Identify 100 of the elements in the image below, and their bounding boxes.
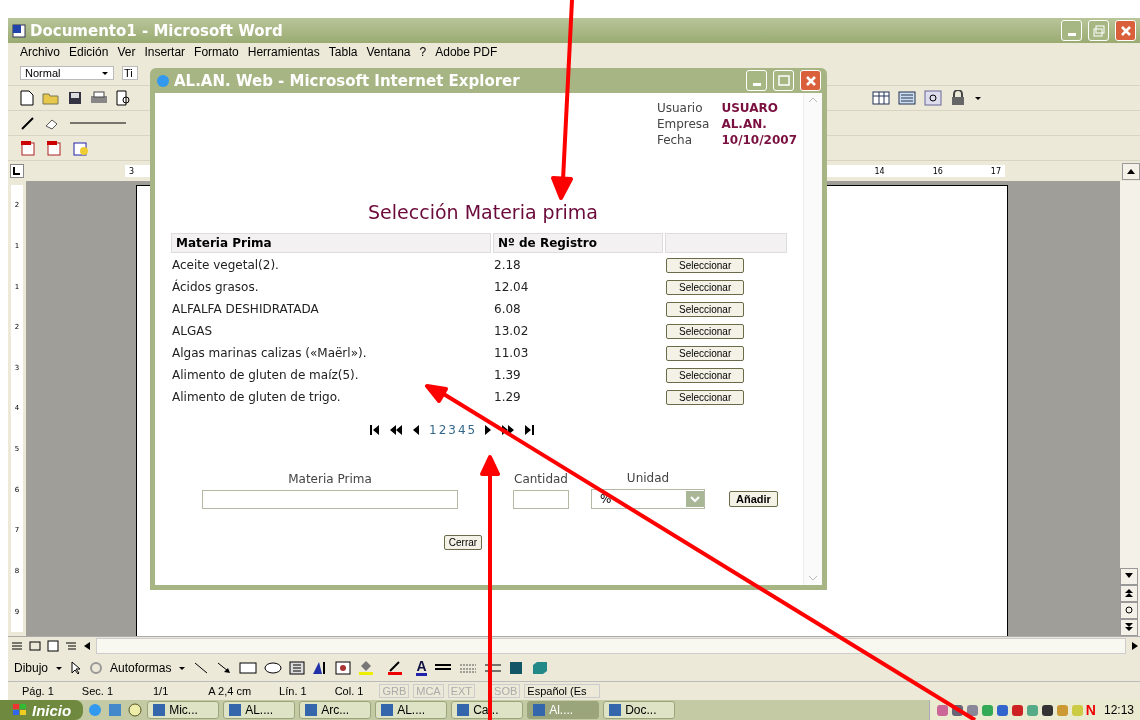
close-button[interactable]: Cerrar: [443, 535, 483, 550]
tray-icon[interactable]: [1040, 703, 1054, 717]
pdf-mail-icon[interactable]: [46, 140, 64, 156]
start-button[interactable]: Inicio: [0, 700, 84, 720]
tray-label[interactable]: N: [1085, 702, 1096, 718]
tray-icon[interactable]: [1010, 703, 1024, 717]
page-link[interactable]: 3: [448, 423, 456, 437]
taskbar-button[interactable]: Doc...: [603, 701, 676, 719]
flag-icon: [12, 703, 28, 717]
page-link[interactable]: 2: [438, 423, 447, 437]
select-button[interactable]: Seleccionar: [666, 301, 745, 317]
arrow-icon[interactable]: [216, 661, 233, 675]
taskbar-button[interactable]: AL....: [375, 701, 448, 719]
previous-page-button[interactable]: [1120, 585, 1138, 602]
select-button[interactable]: Seleccionar: [666, 367, 745, 383]
page-link[interactable]: 5: [467, 423, 476, 437]
style-dropdown[interactable]: Normal: [20, 66, 114, 80]
outline-view-icon[interactable]: [64, 640, 78, 652]
menu-item[interactable]: Adobe PDF: [435, 45, 498, 59]
caret-icon: [101, 69, 109, 77]
print-icon[interactable]: [90, 91, 108, 105]
select-button[interactable]: Seleccionar: [666, 389, 745, 405]
pen-icon[interactable]: [20, 115, 36, 131]
table-icon[interactable]: [872, 91, 890, 105]
previous-page-icon[interactable]: [411, 424, 421, 436]
add-button[interactable]: Añadir: [729, 491, 778, 507]
text-box-icon[interactable]: [289, 661, 306, 675]
taskbar-button[interactable]: Arc...: [299, 701, 372, 719]
print-preview-icon[interactable]: [116, 90, 132, 106]
circle-icon: [1125, 605, 1133, 614]
scroll-right-icon[interactable]: [1130, 640, 1140, 652]
chevron-down-icon: [686, 491, 704, 507]
menu-item[interactable]: Herramientas: [247, 45, 320, 59]
arrow-style-icon[interactable]: [483, 662, 502, 674]
ruler-number: 17: [989, 166, 1002, 176]
normal-view-icon[interactable]: [10, 640, 24, 652]
select-button[interactable]: Seleccionar: [666, 345, 745, 361]
rectangle-icon[interactable]: [239, 661, 258, 675]
window-title: Documento1 - Microsoft Word: [30, 21, 283, 40]
ruler-number: 16: [931, 166, 944, 176]
select-button[interactable]: Seleccionar: [666, 257, 745, 273]
folder-icon[interactable]: [42, 91, 60, 105]
rewind-icon[interactable]: [389, 424, 403, 436]
new-document-icon[interactable]: [20, 90, 34, 106]
taskbar-button[interactable]: AL....: [223, 701, 296, 719]
picture-icon[interactable]: [335, 661, 352, 675]
page-link[interactable]: 1: [429, 423, 437, 437]
caret-icon[interactable]: [55, 664, 64, 672]
autoshapes-menu[interactable]: Autoformas: [110, 661, 172, 675]
input-field[interactable]: [202, 490, 458, 509]
3d-box-icon[interactable]: [531, 661, 548, 675]
drawing-grid-icon[interactable]: [924, 90, 942, 106]
scroll-left-icon[interactable]: [82, 640, 92, 652]
web-view-icon[interactable]: [28, 640, 42, 652]
menu-item[interactable]: Tabla: [328, 45, 358, 59]
clock-icon[interactable]: [127, 702, 144, 718]
window-icon: [456, 703, 471, 717]
menu-item[interactable]: Edición: [69, 45, 109, 59]
font-color-button[interactable]: A: [416, 660, 427, 676]
pdf-review-icon[interactable]: [72, 140, 90, 156]
print-view-icon[interactable]: [46, 640, 60, 652]
line-icon[interactable]: [193, 661, 210, 675]
tab-selector[interactable]: [10, 164, 24, 178]
font-dropdown[interactable]: Ti: [122, 66, 138, 80]
cursor-icon[interactable]: [70, 661, 83, 675]
vertical-scrollbar[interactable]: [1120, 181, 1140, 636]
select-button[interactable]: Seleccionar: [666, 323, 745, 339]
next-page-button[interactable]: [1120, 619, 1138, 636]
taskbar-button[interactable]: Mic...: [147, 701, 220, 719]
menu-item[interactable]: Ver: [117, 45, 136, 59]
pdf-icon[interactable]: [20, 140, 38, 156]
ellipse-icon[interactable]: [264, 661, 283, 675]
save-icon[interactable]: [68, 91, 82, 105]
table-cell-text: 2.18: [493, 257, 522, 274]
dropdown-arrow-icon[interactable]: [974, 94, 982, 102]
scroll-up-button[interactable]: [1122, 162, 1140, 180]
scroll-down-button[interactable]: [1120, 568, 1138, 585]
select-button[interactable]: Seleccionar: [666, 279, 745, 295]
close-button[interactable]: [800, 70, 821, 91]
caret-icon[interactable]: [178, 664, 187, 672]
menu-item[interactable]: Archivo: [20, 45, 60, 59]
drawing-menu[interactable]: Dibujo: [14, 661, 49, 675]
menu-item[interactable]: Ventana: [366, 45, 411, 59]
first-page-icon[interactable]: [369, 424, 381, 436]
columns-icon[interactable]: [898, 91, 916, 105]
column-header: Nº de Registro: [493, 233, 663, 253]
page-heading: Selección Materia prima: [367, 201, 599, 223]
ruler-number: 14: [873, 166, 886, 176]
horizontal-scrollbar[interactable]: [96, 638, 1126, 654]
last-page-icon[interactable]: [523, 424, 536, 436]
input-field[interactable]: [513, 490, 569, 509]
shadow-icon[interactable]: [508, 661, 525, 675]
tray-icon[interactable]: [995, 703, 1009, 717]
menu-item[interactable]: Insertar: [144, 45, 186, 59]
close-button[interactable]: [1115, 20, 1136, 41]
menu-item[interactable]: ?: [419, 45, 427, 59]
lock-icon[interactable]: [950, 90, 966, 106]
menu-item[interactable]: Formato: [194, 45, 239, 59]
browse-object-button[interactable]: [1120, 602, 1138, 619]
page-link[interactable]: 4: [457, 423, 466, 437]
